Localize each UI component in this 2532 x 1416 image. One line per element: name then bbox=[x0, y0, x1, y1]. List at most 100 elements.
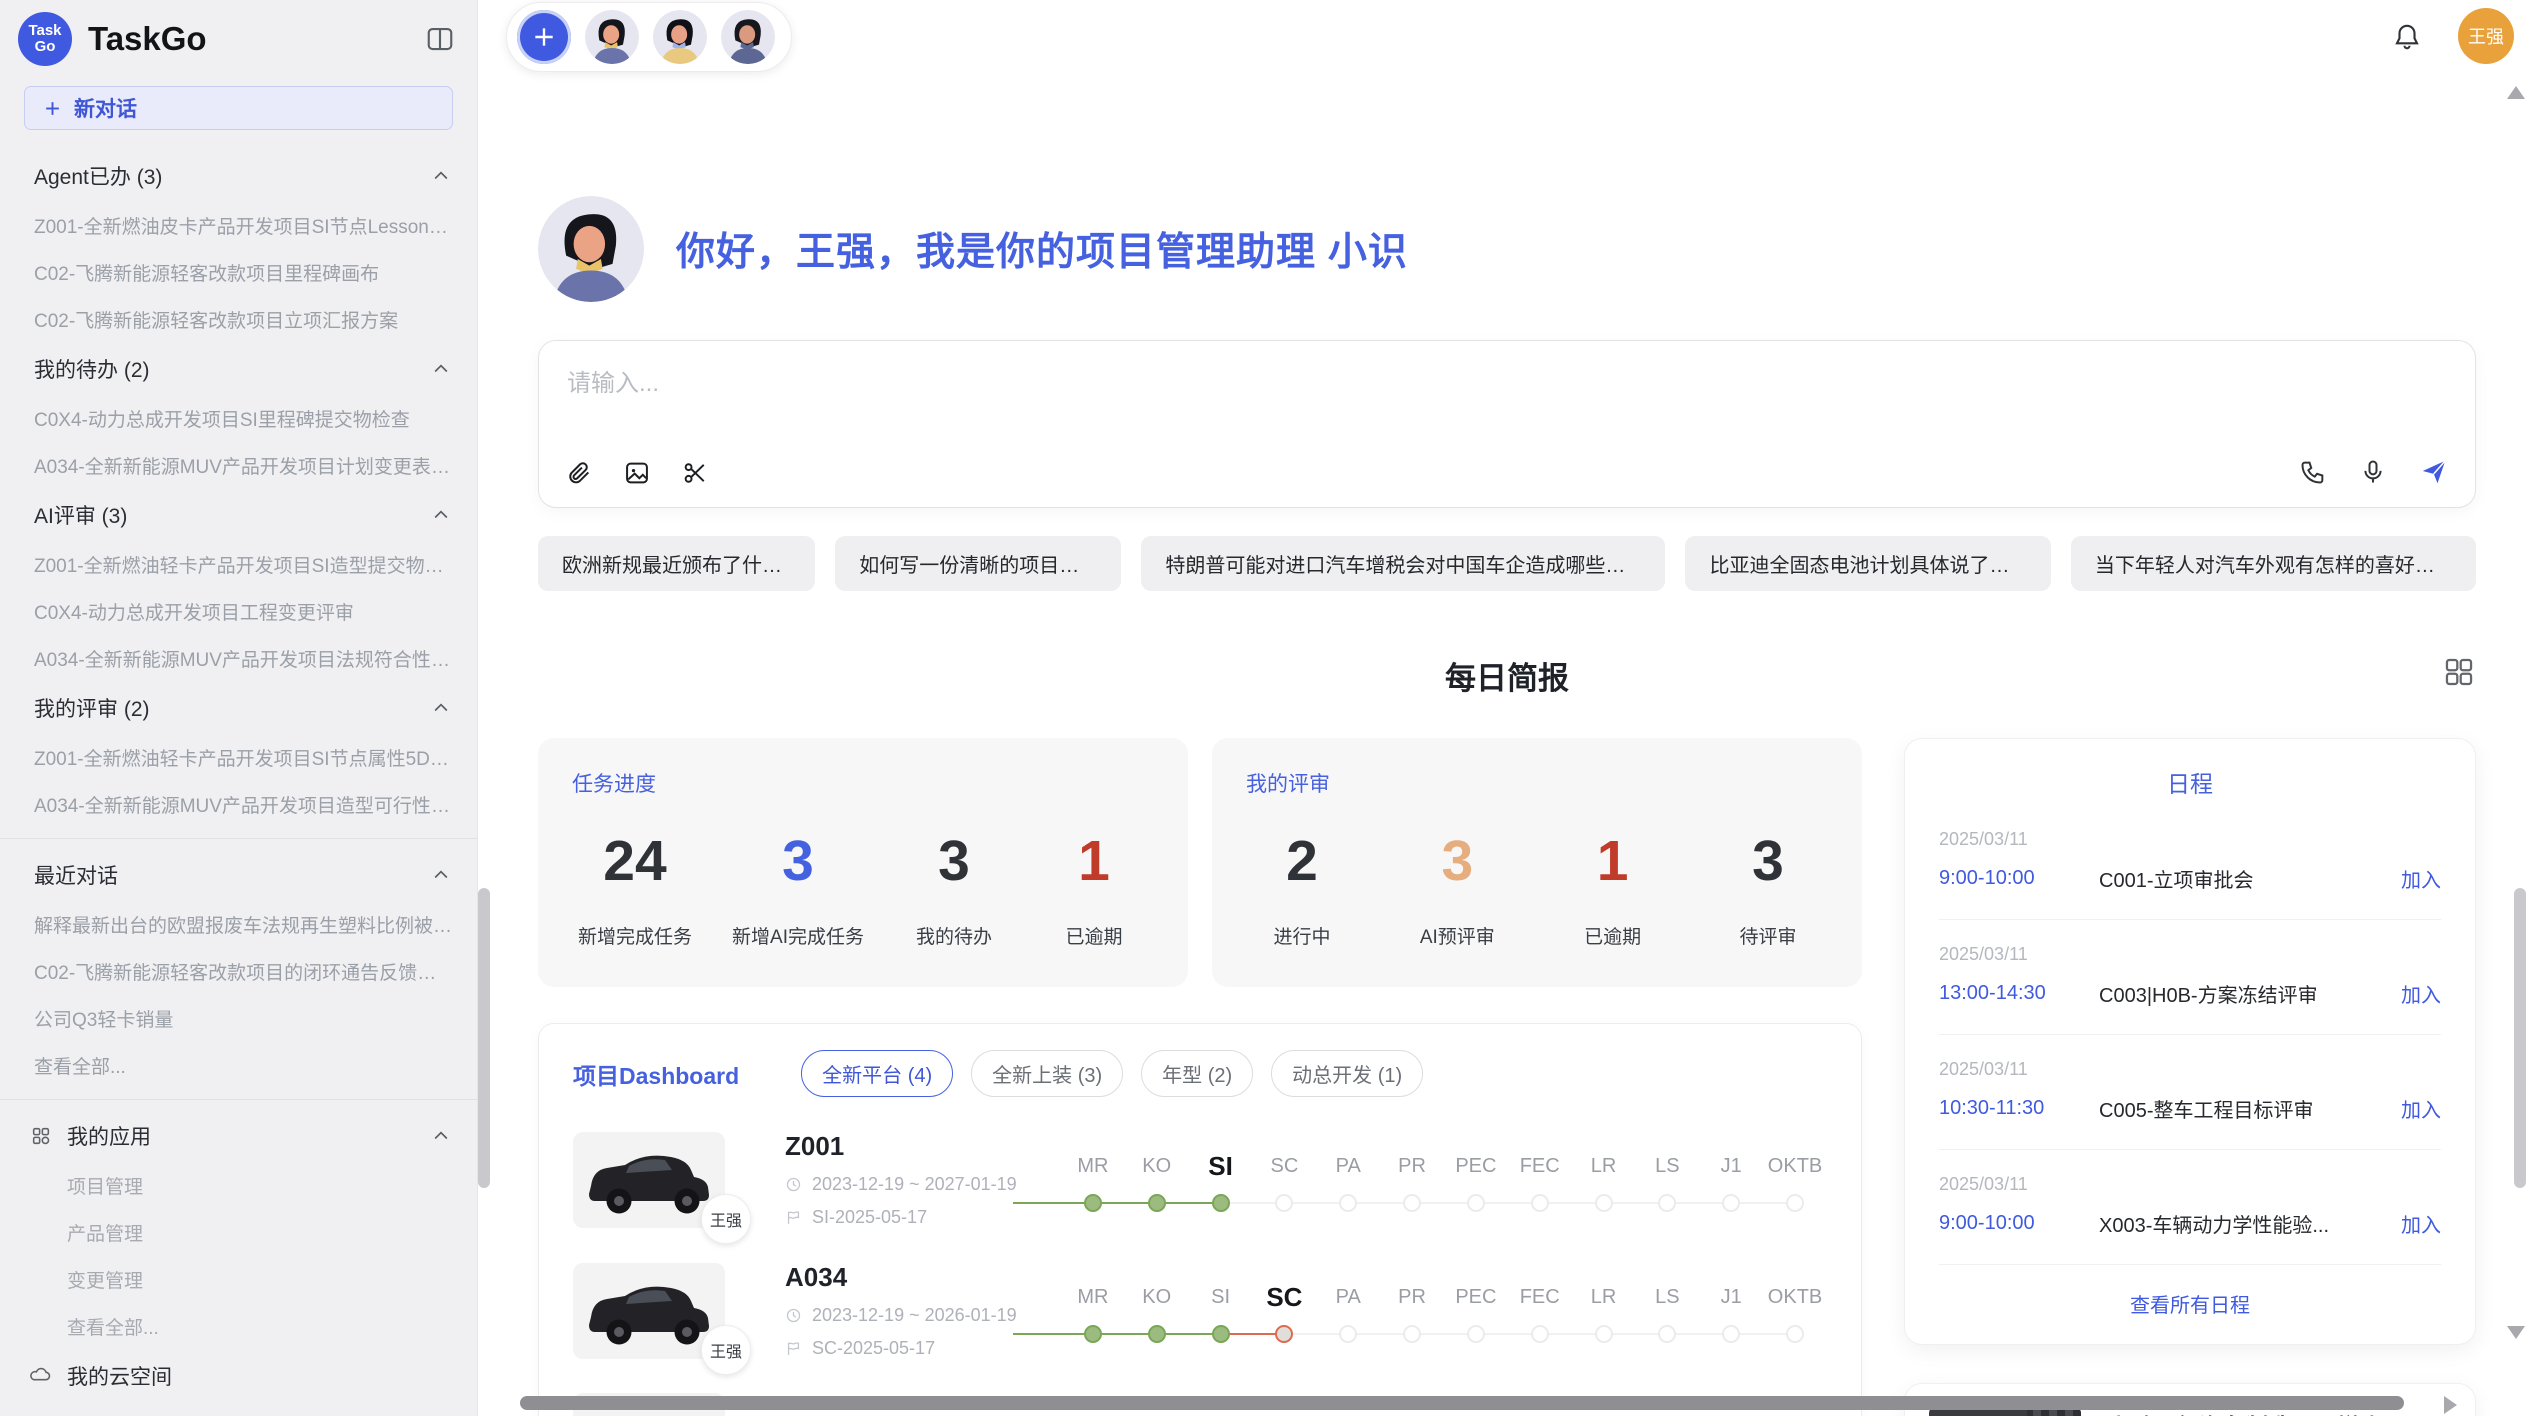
schedule-line: 13:00-14:30C003|H0B-方案冻结评审加入 bbox=[1939, 979, 2441, 1008]
chevron-up-icon[interactable] bbox=[431, 359, 451, 379]
schedule-title: 日程 bbox=[1939, 765, 2441, 805]
vertical-scrollbar-thumb[interactable] bbox=[2514, 888, 2526, 1188]
suggestion-chip[interactable]: 欧洲新规最近颁布了什么? bbox=[538, 536, 815, 591]
stat-value: 2 bbox=[1252, 828, 1352, 894]
schedule-date: 2025/03/11 bbox=[1939, 829, 2441, 850]
milestone-label: SC bbox=[1252, 1148, 1316, 1184]
stat-value: 3 bbox=[1407, 828, 1507, 894]
chevron-up-icon[interactable] bbox=[431, 505, 451, 525]
dashboard-filter-pill[interactable]: 年型 (2) bbox=[1141, 1050, 1253, 1097]
schedule-item: 2025/03/11 9:00-10:00C001-立项审批会加入 bbox=[1939, 805, 2441, 920]
project-image: 王强 bbox=[573, 1132, 725, 1228]
scissors-icon[interactable] bbox=[681, 459, 709, 487]
sidebar-item[interactable]: Z001-全新燃油皮卡产品开发项目SI节点Lesson Learn报告 bbox=[0, 202, 477, 249]
chevron-up-icon[interactable] bbox=[431, 166, 451, 186]
suggestion-chip[interactable]: 比亚迪全固态电池计划具体说了什么 bbox=[1685, 536, 2050, 591]
chevron-up-icon[interactable] bbox=[431, 698, 451, 718]
join-link[interactable]: 加入 bbox=[2401, 1094, 2441, 1123]
milestone-dot bbox=[1339, 1325, 1357, 1343]
greeting-text: 你好，王强，我是你的项目管理助理 小识 bbox=[676, 221, 1408, 277]
sidebar-item[interactable]: C02-飞腾新能源轻客改款项目立项汇报方案 bbox=[0, 296, 477, 343]
mic-icon[interactable] bbox=[2359, 458, 2387, 486]
join-link[interactable]: 加入 bbox=[2401, 864, 2441, 893]
project-dates-text: 2023-12-19 ~ 2026-01-19 bbox=[812, 1305, 1017, 1326]
project-code: A034 bbox=[785, 1262, 1035, 1293]
agent-avatar-1[interactable] bbox=[585, 10, 639, 64]
briefing-header: 每日简报 bbox=[538, 653, 2476, 698]
sidebar-item[interactable]: Z001-全新燃油轻卡产品开发项目SI造型提交物评审 bbox=[0, 541, 477, 588]
schedule-item: 2025/03/119:00-10:00X003-车辆动力学性能验...加入 bbox=[1939, 1150, 2441, 1265]
sidebar-item[interactable]: C0X4-动力总成开发项目SI里程碑提交物检查 bbox=[0, 395, 477, 442]
stat-value: 1 bbox=[1044, 828, 1144, 894]
suggestion-chip[interactable]: 当下年轻人对汽车外观有怎样的喜好趋势 bbox=[2071, 536, 2476, 591]
vertical-scrollbar-thumb[interactable] bbox=[478, 888, 490, 1188]
sidebar-collapse-icon[interactable] bbox=[425, 24, 455, 54]
send-icon[interactable] bbox=[2419, 457, 2449, 487]
logo-text-top: Task bbox=[28, 23, 61, 39]
sidebar-item[interactable]: Z001-全新燃油轻卡产品开发项目SI节点属性5D文件评审 bbox=[0, 734, 477, 781]
horizontal-scrollbar-thumb[interactable] bbox=[520, 1396, 2404, 1410]
app-subitem[interactable]: 变更管理 bbox=[0, 1256, 477, 1303]
sidebar-item[interactable]: A034-全新新能源MUV产品开发项目造型可行性评审 bbox=[0, 781, 477, 828]
milestone-label: J1 bbox=[1699, 1279, 1763, 1315]
assistant-avatar bbox=[538, 196, 644, 302]
milestone-dot bbox=[1212, 1194, 1230, 1212]
schedule-time: 9:00-10:00 bbox=[1939, 1212, 2089, 1235]
add-agent-button[interactable] bbox=[517, 10, 571, 64]
recent-conversation-item[interactable]: 公司Q3轻卡销量 bbox=[0, 995, 477, 1042]
join-link[interactable]: 加入 bbox=[2401, 1209, 2441, 1238]
attachment-icon[interactable] bbox=[565, 459, 593, 487]
milestone-dot bbox=[1148, 1194, 1166, 1212]
app-subitem[interactable]: 产品管理 bbox=[0, 1209, 477, 1256]
new-chat-button[interactable]: 新对话 bbox=[24, 86, 453, 130]
chat-input[interactable] bbox=[567, 363, 1883, 423]
schedule-time: 13:00-14:30 bbox=[1939, 982, 2089, 1005]
stat-value: 1 bbox=[1563, 828, 1663, 894]
stat-value: 3 bbox=[732, 828, 864, 894]
sidebar-link-star[interactable]: 我的收藏 bbox=[0, 1402, 477, 1416]
app-subitem[interactable]: 项目管理 bbox=[0, 1162, 477, 1209]
sidebar-link-cloud[interactable]: 我的云空间 bbox=[0, 1350, 477, 1402]
chevron-up-icon[interactable] bbox=[431, 865, 451, 885]
sidebar-item[interactable]: A034-全新新能源MUV产品开发项目计划变更表编写 bbox=[0, 442, 477, 489]
scrollbar-up-arrow[interactable] bbox=[2507, 86, 2525, 99]
chevron-up-icon[interactable] bbox=[431, 1126, 451, 1146]
agent-avatar-2[interactable] bbox=[653, 10, 707, 64]
notification-bell-icon[interactable] bbox=[2392, 22, 2422, 52]
milestone-dot bbox=[1531, 1194, 1549, 1212]
recent-conversation-item[interactable]: C02-飞腾新能源轻客改款项目的闭环通告反馈情况 bbox=[0, 948, 477, 995]
sidebar-item[interactable]: C02-飞腾新能源轻客改款项目里程碑画布 bbox=[0, 249, 477, 296]
clock-icon bbox=[785, 1176, 802, 1193]
layout-grid-icon[interactable] bbox=[2442, 655, 2476, 689]
agent-avatar-3[interactable] bbox=[721, 10, 775, 64]
apps-icon bbox=[30, 1125, 52, 1147]
milestone-dot bbox=[1531, 1325, 1549, 1343]
scrollbar-right-arrow[interactable] bbox=[2444, 1396, 2457, 1414]
stat: 1已逾期 bbox=[1563, 828, 1663, 949]
app-subitem[interactable]: 查看全部... bbox=[0, 1303, 477, 1350]
stat-value: 3 bbox=[904, 828, 1004, 894]
view-all-schedule-link[interactable]: 查看所有日程 bbox=[1939, 1265, 2441, 1324]
dashboard-filter-pill[interactable]: 全新上装 (3) bbox=[971, 1050, 1123, 1097]
user-avatar[interactable]: 王强 bbox=[2458, 8, 2514, 64]
suggestion-chip[interactable]: 如何写一份清晰的项目周报 bbox=[835, 536, 1121, 591]
sidebar-item[interactable]: A034-全新新能源MUV产品开发项目法规符合性评审 bbox=[0, 635, 477, 682]
milestone-dot bbox=[1786, 1325, 1804, 1343]
sidebar-my-apps[interactable]: 我的应用 bbox=[0, 1110, 477, 1162]
stat-label: 进行中 bbox=[1252, 922, 1352, 949]
image-icon[interactable] bbox=[623, 459, 651, 487]
sidebar-divider bbox=[0, 838, 477, 839]
dashboard-filter-pill[interactable]: 全新平台 (4) bbox=[801, 1050, 953, 1097]
sidebar-item[interactable]: C0X4-动力总成开发项目工程变更评审 bbox=[0, 588, 477, 635]
recent-conversation-item[interactable]: 查看全部... bbox=[0, 1042, 477, 1089]
stat-label: 我的待办 bbox=[904, 922, 1004, 949]
phone-icon[interactable] bbox=[2299, 458, 2327, 486]
milestone-label: OKTB bbox=[1763, 1279, 1827, 1315]
join-link[interactable]: 加入 bbox=[2401, 979, 2441, 1008]
suggestion-chip[interactable]: 特朗普可能对进口汽车增税会对中国车企造成哪些影响 bbox=[1141, 536, 1665, 591]
project-owner-badge: 王强 bbox=[701, 1325, 751, 1375]
scrollbar-down-arrow[interactable] bbox=[2507, 1326, 2525, 1339]
recent-conversation-item[interactable]: 解释最新出台的欧盟报废车法规再生塑料比例被调至15%... bbox=[0, 901, 477, 948]
dashboard-filter-pill[interactable]: 动总开发 (1) bbox=[1271, 1050, 1423, 1097]
schedule-line: 9:00-10:00C001-立项审批会加入 bbox=[1939, 864, 2441, 893]
